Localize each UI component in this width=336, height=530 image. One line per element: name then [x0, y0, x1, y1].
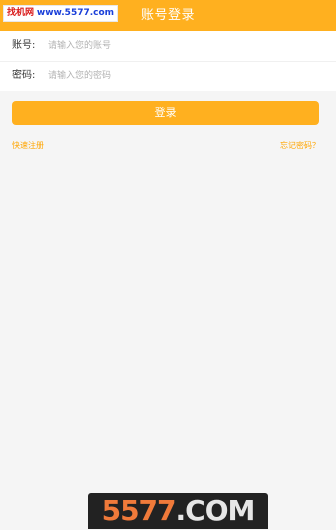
header-bar: 账号登录 找机网 www.5577.com [0, 0, 336, 31]
watermark-brand: 找机网 [7, 8, 35, 18]
login-form: 账号: 密码: [0, 31, 336, 91]
login-button[interactable]: 登录 [12, 101, 319, 125]
register-link[interactable]: 快速注册 [12, 140, 44, 152]
account-label: 账号: [12, 40, 36, 51]
watermark-bottom-com: .COM [175, 494, 256, 527]
watermark-bottom-num: 5577 [101, 494, 177, 527]
watermark-bottom-logo: 5577.COM [88, 493, 268, 529]
watermark-logo: 找机网 www.5577.com [3, 5, 119, 22]
password-row: 密码: [0, 61, 336, 91]
account-row: 账号: [0, 31, 336, 62]
password-input[interactable] [48, 68, 318, 84]
account-input[interactable] [48, 38, 318, 54]
forgot-password-link[interactable]: 忘记密码？ [280, 140, 320, 152]
watermark-url: www.5577.com [36, 8, 115, 18]
password-label: 密码: [12, 70, 36, 81]
